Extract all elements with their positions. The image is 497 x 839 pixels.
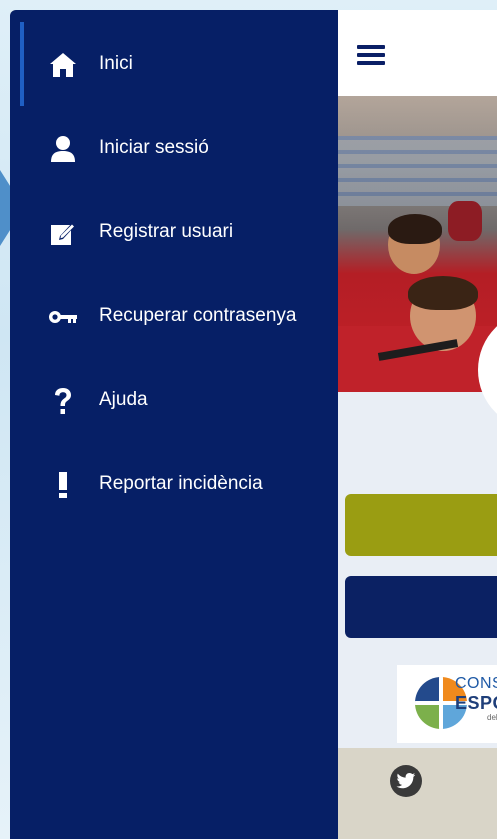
menu-item-label: Ajuda: [99, 389, 148, 410]
hero-photo: [338, 96, 497, 392]
logo-text-line3: del: [487, 713, 497, 722]
logo-text-line1: CONSI: [455, 675, 497, 692]
hamburger-menu-icon[interactable]: [357, 44, 385, 66]
question-icon: [48, 386, 78, 416]
twitter-icon[interactable]: [390, 765, 422, 797]
menu-item-label: Inici: [99, 53, 133, 74]
menu-item-label: Recuperar contrasenya: [99, 305, 297, 326]
home-icon: [48, 50, 78, 80]
menu-item-label: Iniciar sessió: [99, 137, 209, 158]
menu-item-label: Reportar incidència: [99, 473, 263, 494]
menu-item-inici[interactable]: Inici: [10, 22, 338, 106]
key-icon: [48, 302, 78, 332]
olive-action-button[interactable]: [345, 494, 497, 556]
menu-item-label: Registrar usuari: [99, 221, 234, 242]
user-icon: [48, 134, 78, 164]
menu-item-registrar-usuari[interactable]: Registrar usuari: [10, 190, 338, 274]
menu-item-recuperar-contrasenya[interactable]: Recuperar contrasenya: [10, 274, 338, 358]
logo-text-line2: ESPO: [455, 693, 497, 713]
phone-screen: CONSI ESPO del Inici: [10, 10, 497, 839]
menu-item-reportar-incidencia[interactable]: Reportar incidència: [10, 442, 338, 526]
app-footer: [338, 748, 497, 839]
exclamation-icon: [48, 470, 78, 500]
navigation-drawer: Inici Iniciar sessió Registrar usuari Re…: [10, 10, 338, 839]
edit-icon: [48, 218, 78, 248]
navy-action-button[interactable]: [345, 576, 497, 638]
menu-item-iniciar-sessio[interactable]: Iniciar sessió: [10, 106, 338, 190]
menu-item-ajuda[interactable]: Ajuda: [10, 358, 338, 442]
sponsor-logo: CONSI ESPO del: [397, 665, 497, 743]
